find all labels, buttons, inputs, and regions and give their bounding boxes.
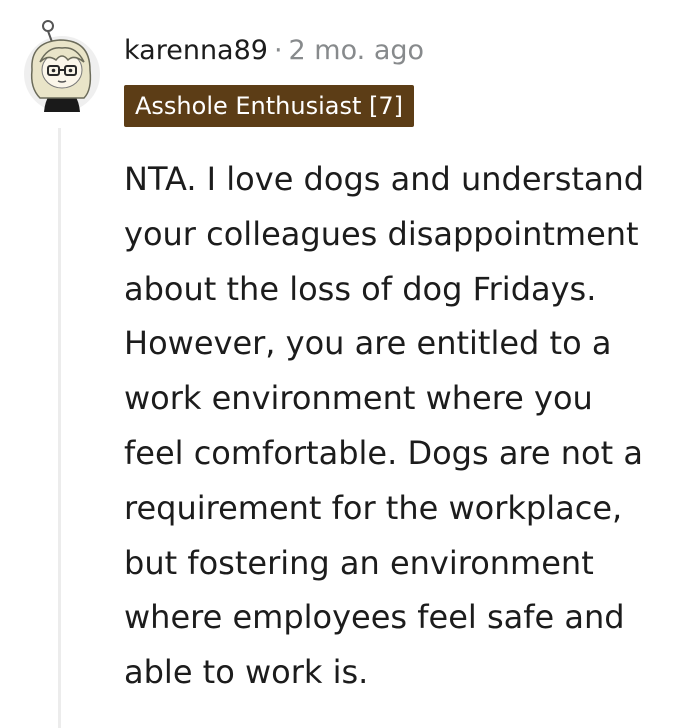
separator: · — [273, 35, 283, 66]
comment-body-line: feel comfortable. Dogs are not a — [124, 433, 643, 472]
thread-line[interactable] — [58, 128, 61, 728]
comment-header: karenna89 · 2 mo. ago — [124, 33, 424, 69]
avatar-icon[interactable] — [18, 20, 106, 116]
comment-body-line: NTA. I love dogs and understand — [124, 160, 645, 198]
comment-body-line: your colleagues disappointment — [124, 214, 639, 253]
author-link[interactable]: karenna89 — [124, 35, 268, 66]
user-flair: Asshole Enthusiast [7] — [124, 85, 415, 127]
comment-body: NTA. I love dogs and understand your col… — [124, 152, 700, 700]
comment-body-line: but fostering an environment — [124, 543, 594, 582]
comment: karenna89 · 2 mo. ago Asshole Enthusiast [… — [0, 0, 700, 728]
comment-body-line: However, you are entitled to a — [124, 324, 612, 363]
comment-body-line: about the loss of dog Fridays. — [124, 269, 597, 308]
comment-age[interactable]: 2 mo. ago — [289, 35, 424, 66]
comment-body-line: able to work is. — [124, 653, 369, 692]
comment-body-line: work environment where you — [124, 379, 593, 418]
comment-body-line: requirement for the workplace, — [124, 488, 623, 527]
comment-body-line: where employees feel safe and — [124, 598, 625, 637]
